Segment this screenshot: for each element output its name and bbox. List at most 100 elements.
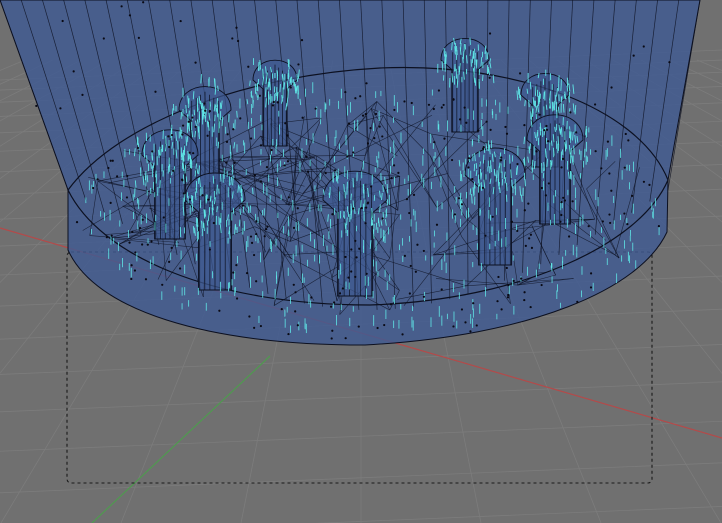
vertex-dot xyxy=(258,94,261,97)
vertex-dot xyxy=(477,129,480,132)
vertex-dot xyxy=(232,128,235,131)
normal-line xyxy=(240,184,242,193)
vertex-dot xyxy=(329,305,333,308)
vertex-dot xyxy=(347,122,351,125)
vertex-dot xyxy=(397,171,400,174)
vertex-dot xyxy=(529,233,533,236)
normal-line xyxy=(180,111,183,120)
vertex-dot xyxy=(432,107,435,111)
viewport-canvas[interactable] xyxy=(0,0,722,523)
normal-line xyxy=(524,100,526,107)
vertex-dot xyxy=(383,323,386,327)
normal-line xyxy=(267,81,269,90)
normal-line xyxy=(371,207,373,219)
vertex-dot xyxy=(181,133,184,136)
vertex-dot xyxy=(408,211,411,215)
y-axis-line xyxy=(91,355,271,523)
vertex-dot xyxy=(346,155,349,158)
normal-line xyxy=(202,221,205,228)
vertex-dot xyxy=(232,271,235,274)
vertex-dot xyxy=(440,106,443,109)
normal-line xyxy=(234,224,236,235)
vertex-dot xyxy=(433,141,436,144)
normal-line xyxy=(350,203,352,210)
vertex-dot xyxy=(226,133,229,136)
vertex-dot xyxy=(347,276,350,279)
vertex-dot xyxy=(364,112,367,116)
vertex-dot xyxy=(344,90,347,94)
vertex-dot xyxy=(283,164,286,167)
vertex-dot xyxy=(331,329,334,332)
vertex-dot xyxy=(381,217,384,220)
vertex-dot xyxy=(484,234,487,237)
vertex-dot xyxy=(369,127,372,130)
normal-line xyxy=(192,91,195,100)
vertex-dot xyxy=(182,192,185,195)
vertex-dot xyxy=(547,182,550,185)
vertex-dot xyxy=(133,269,137,272)
vertex-dot xyxy=(450,158,454,162)
vertex-dot xyxy=(107,166,110,170)
normal-line xyxy=(543,91,545,99)
normal-line xyxy=(344,222,347,229)
vertex-dot xyxy=(520,277,523,280)
vertex-dot xyxy=(427,103,431,106)
vertex-dot xyxy=(489,128,492,131)
vertex-dot xyxy=(338,292,342,295)
vertex-dot xyxy=(560,213,563,217)
vertex-dot xyxy=(255,280,258,283)
vertex-dot xyxy=(171,169,175,172)
normal-line xyxy=(539,126,542,136)
vertex-dot xyxy=(188,151,191,154)
vertex-dot xyxy=(105,236,108,239)
vertex-dot xyxy=(668,61,671,64)
vertex-dot xyxy=(194,61,197,64)
vertex-dot xyxy=(587,225,590,228)
vertex-dot xyxy=(538,113,541,116)
vertex-dot xyxy=(497,275,500,279)
vertex-dot xyxy=(252,253,256,257)
vertex-dot xyxy=(500,156,503,159)
vertex-dot xyxy=(350,270,353,273)
vertex-dot xyxy=(266,225,269,228)
normal-line xyxy=(328,192,331,198)
vertex-dot xyxy=(354,97,357,100)
vertex-dot xyxy=(141,218,144,221)
vertex-dot xyxy=(403,254,407,258)
normal-line xyxy=(544,148,547,157)
vertex-dot xyxy=(632,54,635,57)
normal-line xyxy=(498,166,500,176)
vertex-dot xyxy=(567,235,571,238)
vertex-dot xyxy=(608,172,611,175)
vertex-dot xyxy=(286,134,289,137)
normal-line xyxy=(511,179,513,188)
vertex-dot xyxy=(201,194,204,197)
vertex-dot xyxy=(170,133,174,137)
vertex-dot xyxy=(355,256,358,259)
normal-line xyxy=(557,136,559,145)
vertex-dot xyxy=(239,117,242,120)
cylinder-mesh[interactable] xyxy=(0,0,701,346)
vertex-dot xyxy=(518,72,522,75)
vertex-dot xyxy=(626,223,629,226)
normal-line xyxy=(195,163,197,169)
vertex-dot xyxy=(324,172,327,175)
3d-viewport[interactable] xyxy=(0,0,722,523)
normal-line xyxy=(262,68,264,79)
vertex-dot xyxy=(248,315,251,318)
vertex-dot xyxy=(235,264,238,267)
vertex-dot xyxy=(390,177,393,180)
vertex-dot xyxy=(314,107,317,110)
vertex-dot xyxy=(259,324,263,328)
vertex-dot xyxy=(516,162,519,166)
vertex-dot xyxy=(137,36,140,39)
vertex-dot xyxy=(178,267,182,270)
vertex-dot xyxy=(102,37,105,40)
vertex-dot xyxy=(601,220,604,223)
vertex-dot xyxy=(414,270,417,273)
vertex-dot xyxy=(475,324,478,327)
normal-line xyxy=(545,137,548,145)
vertex-dot xyxy=(130,277,133,281)
normal-line xyxy=(542,172,545,179)
vertex-dot xyxy=(259,180,263,183)
